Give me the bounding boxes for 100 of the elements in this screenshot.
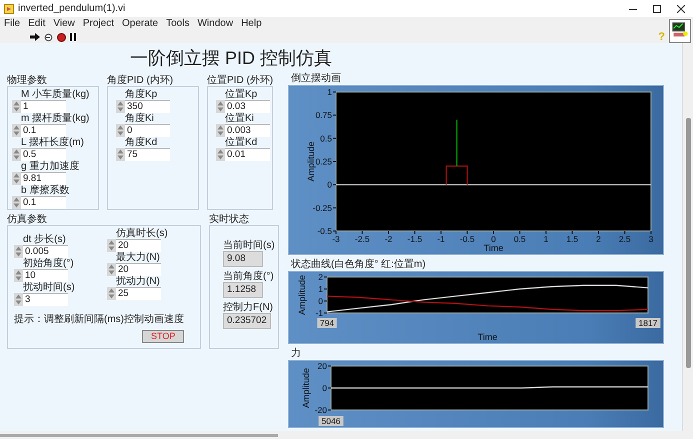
control-label: 扰动时间(s) xyxy=(22,282,76,293)
control-label: 角度Ki xyxy=(124,113,155,124)
tick-label: 2 xyxy=(596,234,601,244)
spinner-arrows[interactable] xyxy=(14,269,23,282)
tick-label: 2.5 xyxy=(618,234,631,244)
control-label: m 摆杆质量(kg) xyxy=(20,113,90,124)
axis-title: Amplitude xyxy=(306,141,316,182)
number-field[interactable]: 10 xyxy=(23,269,68,282)
tick-label: -2 xyxy=(384,234,392,244)
menu-item[interactable]: Operate xyxy=(118,17,162,31)
control-label: 扰动力(N) xyxy=(115,276,161,287)
app-icon xyxy=(4,4,14,14)
hint-text: 提示：调整刷新间隔(ms)控制动画速度 xyxy=(14,312,184,327)
spinner-arrows[interactable] xyxy=(216,148,225,161)
number-field[interactable]: 0.1 xyxy=(21,124,66,137)
number-field[interactable]: 350 xyxy=(125,100,170,113)
spinner-arrows[interactable] xyxy=(14,245,23,258)
spinner-arrows[interactable] xyxy=(116,100,125,113)
tick-label: 0.5 xyxy=(514,234,526,244)
control-label: 仿真时长(s) xyxy=(115,228,169,239)
spinner-arrows[interactable] xyxy=(107,239,116,252)
maximize-icon[interactable] xyxy=(653,4,661,12)
tick-label: 20 xyxy=(318,361,327,371)
menu-item[interactable]: Help xyxy=(237,17,266,31)
scale-label: 1817 xyxy=(636,318,660,328)
spinner-arrows[interactable] xyxy=(14,293,23,306)
tick-label: 0.5 xyxy=(320,133,332,144)
scale-label: 794 xyxy=(317,318,337,328)
tick-label: 2 xyxy=(318,272,323,282)
vertical-scrollbar[interactable] xyxy=(682,43,693,431)
window-title: inverted_pendulum(1).vi xyxy=(18,2,126,16)
indicator-label: 控制力F(N) xyxy=(222,302,274,313)
tick-label: 0.25 xyxy=(315,156,332,166)
menu-item[interactable]: Window xyxy=(193,17,238,31)
number-field[interactable]: 20 xyxy=(116,239,161,252)
control-label: 位置Kp xyxy=(224,89,258,100)
number-field[interactable]: 75 xyxy=(125,148,170,161)
spinner-arrows[interactable] xyxy=(107,287,116,300)
readout-field: 0.235702 xyxy=(223,313,271,329)
graph-title: 力 xyxy=(290,348,302,360)
number-field[interactable]: 25 xyxy=(116,287,161,300)
number-field[interactable]: 0 xyxy=(125,124,170,137)
number-field[interactable]: 0.1 xyxy=(21,196,66,209)
tick-label: 1 xyxy=(544,234,548,244)
number-field[interactable]: 0.005 xyxy=(23,245,68,258)
group-title: 仿真参数 xyxy=(7,214,48,225)
tick-label: -1 xyxy=(315,308,323,318)
x-tick-label: 794 xyxy=(320,318,334,328)
run-arrow-icon[interactable] xyxy=(30,33,40,41)
control-label: L 摆杆长度(m) xyxy=(20,137,85,148)
x-tick-label: 1817 xyxy=(638,318,658,328)
scrollbar-thumb[interactable] xyxy=(686,118,690,368)
number-field[interactable]: 0.01 xyxy=(225,148,270,161)
spinner-arrows[interactable] xyxy=(116,124,125,137)
axis-title: Amplitude xyxy=(297,274,307,316)
axis-title: Time xyxy=(484,243,504,253)
spinner-arrows[interactable] xyxy=(116,148,125,161)
menu-item[interactable]: Edit xyxy=(24,17,50,31)
pause-icon[interactable] xyxy=(70,33,76,41)
spinner-arrows[interactable] xyxy=(12,196,21,209)
spinner-arrows[interactable] xyxy=(216,100,225,113)
spinner-arrows[interactable] xyxy=(216,124,225,137)
stop-icon[interactable] xyxy=(57,32,66,42)
tick-label: -0.5 xyxy=(460,234,475,244)
group-title: 实时状态 xyxy=(209,214,250,225)
number-field[interactable]: 0.003 xyxy=(225,124,270,137)
group-title: 位置PID (外环) xyxy=(207,75,273,86)
menu-item[interactable]: View xyxy=(49,17,79,31)
control-label: 初始角度(°) xyxy=(22,258,75,269)
number-field[interactable]: 3 xyxy=(23,293,68,306)
close-icon[interactable] xyxy=(677,4,685,12)
number-field[interactable]: 9.81 xyxy=(21,172,66,185)
spinner-arrows[interactable] xyxy=(12,100,21,113)
indicator-label: 当前角度(°) xyxy=(222,271,275,282)
control-label: 位置Ki xyxy=(224,113,255,124)
control-label: M 小车质量(kg) xyxy=(20,89,90,100)
control-label: 角度Kp xyxy=(124,89,158,100)
scale-label: 5046 xyxy=(318,416,344,426)
readout-field: 1.1258 xyxy=(223,282,263,298)
menu-item[interactable]: File xyxy=(0,17,24,31)
number-field[interactable]: 0.03 xyxy=(225,100,270,113)
scrollbar-thumb[interactable] xyxy=(0,434,278,437)
tick-label: 1 xyxy=(327,87,332,97)
number-field[interactable]: 20 xyxy=(116,263,161,276)
menu-item[interactable]: Project xyxy=(78,17,118,31)
control-label: 角度Kd xyxy=(124,137,158,148)
tick-label: -1.5 xyxy=(407,234,422,244)
spinner-arrows[interactable] xyxy=(12,124,21,137)
spinner-arrows[interactable] xyxy=(107,263,116,276)
run-continuously-icon[interactable] xyxy=(44,32,53,42)
tick-label: -0.25 xyxy=(312,202,332,213)
number-field[interactable]: 0.5 xyxy=(21,148,66,161)
number-field[interactable]: 1 xyxy=(21,100,66,113)
spinner-arrows[interactable] xyxy=(12,148,21,161)
group-title: 物理参数 xyxy=(7,75,48,86)
menu-item[interactable]: Tools xyxy=(162,17,194,31)
spinner-arrows[interactable] xyxy=(12,172,21,185)
axis-title: Time xyxy=(478,332,498,342)
vi-icon xyxy=(669,19,691,43)
tick-label: 3 xyxy=(648,234,654,244)
